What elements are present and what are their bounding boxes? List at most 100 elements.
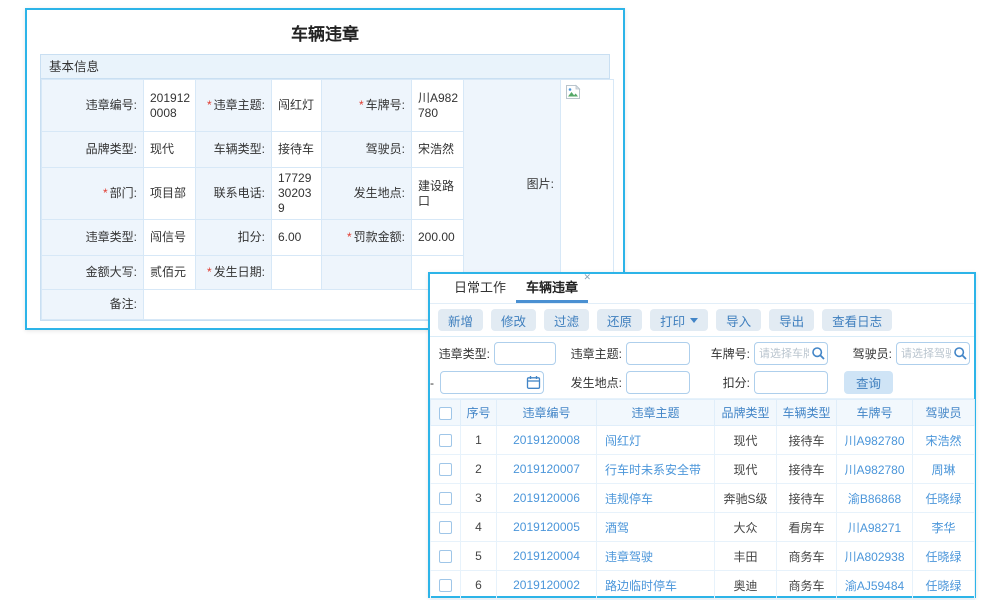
violation-topic-link[interactable]: 酒驾 [597,513,715,542]
form-field-value: 川A982780 [412,80,464,132]
search-icon[interactable] [811,346,827,362]
form-field-value: 闯信号 [144,220,196,256]
violation-code-link[interactable]: 2019120002 [497,571,597,600]
driver-name-link[interactable]: 任晓绿 [913,571,975,600]
search-icon[interactable] [953,346,969,362]
section-header: 基本信息 [41,55,609,79]
form-field-label: 金额大写: [42,256,144,290]
row-number-cell: 2 [461,455,497,484]
vehicle-type-cell: 看房车 [777,513,837,542]
plate-filter-label: 车牌号: [698,342,750,366]
violation-code-link[interactable]: 2019120005 [497,513,597,542]
form-field-label: 车辆类型: [196,132,272,168]
table-header-row: 序号违章编号违章主题品牌类型车辆类型车牌号驾驶员 [431,400,975,426]
required-asterisk: * [207,265,212,279]
column-header[interactable]: 驾驶员 [913,400,975,426]
driver-name-link[interactable]: 周琳 [913,455,975,484]
table-row: 22019120007行车时未系安全带现代接待车川A982780周琳 [431,455,975,484]
violation-type-filter-label: 违章类型: [430,342,490,366]
select-all-checkbox[interactable] [439,407,452,420]
calendar-icon[interactable] [526,375,542,391]
page-title: 车辆违章 [27,10,623,54]
vehicle-type-cell: 接待车 [777,484,837,513]
brand-type-cell: 丰田 [715,542,777,571]
row-checkbox[interactable] [439,463,452,476]
form-field-value: 17729302039 [272,168,322,220]
row-number-cell: 6 [461,571,497,600]
plate-number-link[interactable]: 渝AJ59484 [837,571,913,600]
driver-name-link[interactable]: 任晓绿 [913,542,975,571]
form-field-value: 贰佰元 [144,256,196,290]
row-number-cell: 3 [461,484,497,513]
driver-filter-label: 驾驶员: [840,342,892,366]
violation-table: 序号违章编号违章主题品牌类型车辆类型车牌号驾驶员 12019120008闯红灯现… [430,399,975,600]
violation-topic-link[interactable]: 违规停车 [597,484,715,513]
toolbar-button-5[interactable]: 打印 [650,309,708,331]
toolbar-button-1[interactable]: 新增 [438,309,483,331]
date-range-separator: - [430,371,438,395]
form-field-label: 违章编号: [42,80,144,132]
violation-type-input[interactable] [494,342,556,365]
toolbar-button-8[interactable]: 查看日志 [822,309,892,331]
row-checkbox[interactable] [439,492,452,505]
violation-code-link[interactable]: 2019120006 [497,484,597,513]
toolbar-button-6[interactable]: 导入 [716,309,761,331]
close-icon[interactable]: ✕ [583,272,591,283]
toolbar: 新增修改过滤还原打印导入导出查看日志 [430,304,974,337]
violation-topic-link[interactable]: 路边临时停车 [597,571,715,600]
violation-list-panel: 日常工作 车辆违章 ✕ 新增修改过滤还原打印导入导出查看日志 违章类型: 违章主… [428,272,976,598]
row-checkbox-cell [431,455,461,484]
violation-topic-link[interactable]: 行车时未系安全带 [597,455,715,484]
violation-code-link[interactable]: 2019120004 [497,542,597,571]
driver-name-link[interactable]: 宋浩然 [913,426,975,455]
row-checkbox[interactable] [439,521,452,534]
violation-code-link[interactable]: 2019120008 [497,426,597,455]
driver-name-link[interactable]: 任晓绿 [913,484,975,513]
column-header[interactable]: 违章编号 [497,400,597,426]
violation-topic-input[interactable] [626,342,690,365]
violation-image-cell [561,80,614,290]
column-header[interactable]: 序号 [461,400,497,426]
vehicle-type-cell: 商务车 [777,542,837,571]
location-filter-label: 发生地点: [562,371,622,395]
row-checkbox-cell [431,542,461,571]
row-checkbox[interactable] [439,550,452,563]
violation-code-link[interactable]: 2019120007 [497,455,597,484]
toolbar-button-7[interactable]: 导出 [769,309,814,331]
driver-name-link[interactable]: 李华 [913,513,975,542]
column-header[interactable]: 车牌号 [837,400,913,426]
query-button[interactable]: 查询 [844,371,893,394]
toolbar-button-4[interactable]: 还原 [597,309,642,331]
remark-label: 备注: [42,290,144,320]
form-field-label [322,256,412,290]
row-checkbox[interactable] [439,434,452,447]
column-header[interactable]: 品牌类型 [715,400,777,426]
row-checkbox-cell [431,513,461,542]
column-header[interactable]: 违章主题 [597,400,715,426]
form-field-label: *违章主题: [196,80,272,132]
row-checkbox-cell [431,571,461,600]
table-body: 12019120008闯红灯现代接待车川A982780宋浩然2201912000… [431,426,975,600]
plate-number-link[interactable]: 渝B86868 [837,484,913,513]
violation-topic-link[interactable]: 违章驾驶 [597,542,715,571]
plate-number-link[interactable]: 川A802938 [837,542,913,571]
violation-topic-link[interactable]: 闯红灯 [597,426,715,455]
row-checkbox[interactable] [439,579,452,592]
toolbar-button-2[interactable]: 修改 [491,309,536,331]
tab-daily-work[interactable]: 日常工作 [444,271,516,303]
required-asterisk: * [207,98,212,112]
points-input[interactable] [754,371,828,394]
brand-type-cell: 奥迪 [715,571,777,600]
required-asterisk: * [103,186,108,200]
toolbar-button-3[interactable]: 过滤 [544,309,589,331]
plate-number-link[interactable]: 川A98271 [837,513,913,542]
form-field-label: *发生日期: [196,256,272,290]
location-input[interactable] [626,371,690,394]
column-header[interactable]: 车辆类型 [777,400,837,426]
form-field-label: 发生地点: [322,168,412,220]
row-number-cell: 5 [461,542,497,571]
form-row: 违章编号:2019120008*违章主题:闯红灯*车牌号:川A982780图片: [42,80,614,132]
plate-number-link[interactable]: 川A982780 [837,426,913,455]
plate-number-link[interactable]: 川A982780 [837,455,913,484]
tab-vehicle-violation[interactable]: 车辆违章 ✕ [516,271,588,303]
